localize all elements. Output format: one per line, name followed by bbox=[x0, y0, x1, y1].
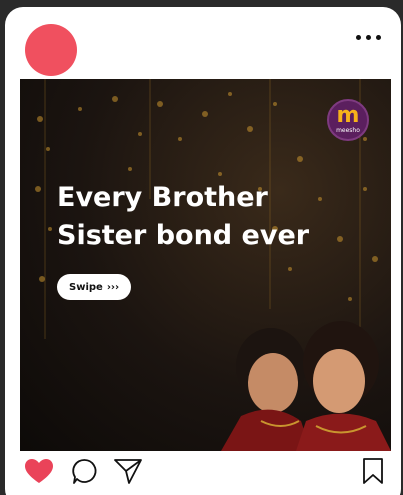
bookmark-icon[interactable] bbox=[361, 457, 385, 485]
more-dot bbox=[356, 35, 361, 40]
action-bar bbox=[5, 451, 401, 495]
more-dot bbox=[376, 35, 381, 40]
share-icon[interactable] bbox=[113, 457, 143, 485]
logo-text: meesho bbox=[336, 127, 360, 134]
swipe-button[interactable]: Swipe ››› bbox=[57, 274, 132, 300]
avatar[interactable] bbox=[25, 24, 77, 76]
post-image[interactable]: m meesho Every Brother Sister bond ever … bbox=[20, 79, 391, 451]
swipe-label: Swipe bbox=[69, 281, 103, 293]
headline-line-1: Every Brother bbox=[57, 182, 268, 213]
post-headline: Every Brother Sister bond ever bbox=[57, 179, 357, 255]
heart-icon[interactable] bbox=[23, 457, 55, 485]
more-dot bbox=[366, 35, 371, 40]
more-options-icon[interactable] bbox=[356, 35, 381, 40]
comment-icon[interactable] bbox=[71, 457, 99, 485]
meesho-logo: m meesho bbox=[327, 99, 369, 141]
children-photo bbox=[221, 321, 391, 451]
headline-line-2: Sister bond ever bbox=[57, 220, 310, 251]
swipe-arrows-icon: ››› bbox=[106, 281, 120, 293]
post-card: m meesho Every Brother Sister bond ever … bbox=[5, 7, 401, 495]
logo-mark: m bbox=[336, 103, 360, 128]
